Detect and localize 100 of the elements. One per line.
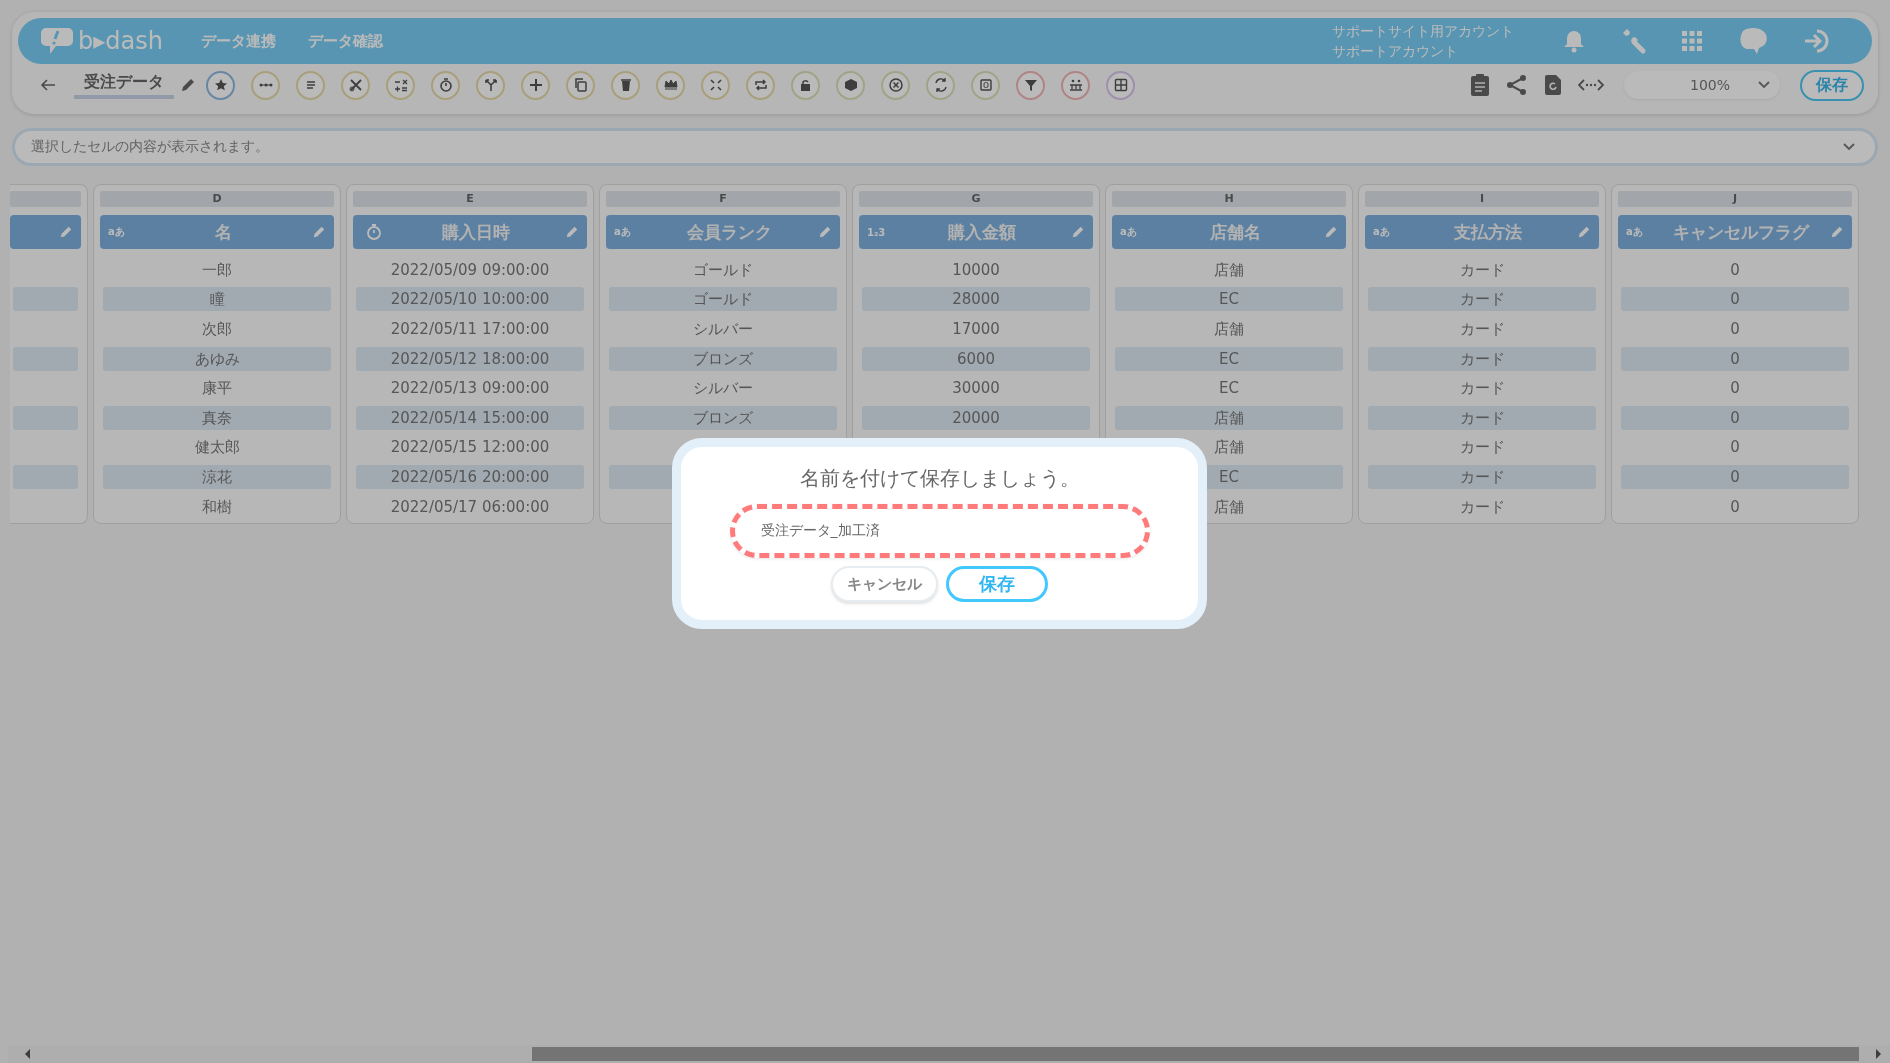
- cancel-icon[interactable]: [881, 70, 910, 100]
- code-icon[interactable]: [1577, 78, 1604, 92]
- table-cell-text: シルバー: [692, 378, 754, 400]
- column-header[interactable]: aあ 支払方法: [1365, 215, 1599, 249]
- scroll-right-icon[interactable]: [1874, 1049, 1882, 1059]
- table-cell: 0: [1621, 464, 1849, 489]
- table-cell: 2022/05/10 10:00:00: [356, 287, 584, 312]
- column-header[interactable]: aあ 店舗名: [1112, 215, 1346, 249]
- table-cell-text: 店舗: [1213, 319, 1245, 340]
- column-header[interactable]: aあ 会員ランク: [606, 215, 840, 249]
- table-cell-text: 健太郎: [193, 437, 241, 459]
- table-cell-text: 次郎: [201, 319, 233, 340]
- repeat-icon[interactable]: [746, 70, 775, 100]
- type-label: aあ: [1120, 225, 1138, 239]
- pencil-icon[interactable]: [1830, 225, 1844, 239]
- column-name: キャンセルフラグ: [1672, 220, 1811, 244]
- chevron-down-icon[interactable]: [1843, 143, 1855, 151]
- cancel-button[interactable]: キャンセル: [831, 566, 938, 602]
- column-header[interactable]: 購入日時: [353, 215, 587, 249]
- table-cell: カード: [1368, 405, 1596, 430]
- column-name: 名: [213, 220, 233, 244]
- table-cell: 0: [1621, 346, 1849, 371]
- table-cell-text: 0: [1729, 437, 1741, 459]
- save-button[interactable]: 保存: [946, 566, 1048, 602]
- table-cell-text: 10000: [951, 259, 1001, 281]
- type-label: 1₂3: [867, 226, 887, 238]
- table-cell-text: カード: [1458, 319, 1506, 340]
- table-cell: ブロンズ: [609, 346, 837, 371]
- table-cell-text: 店舗: [1213, 437, 1245, 459]
- table-cell: 2022/05/12 18:00:00: [356, 346, 584, 371]
- table-cell-text: カード: [1458, 378, 1506, 400]
- pencil-icon[interactable]: [1071, 225, 1085, 239]
- formula-bar[interactable]: 選択したセルの内容が表示されます。: [12, 128, 1878, 166]
- box-icon[interactable]: [836, 70, 865, 100]
- file-refresh-icon[interactable]: [1543, 74, 1562, 96]
- sheet-title-tab[interactable]: 受注データ: [74, 71, 174, 99]
- table-cell-text: 2022/05/15 12:00:00: [389, 437, 551, 459]
- pencil-icon[interactable]: [312, 225, 326, 239]
- table-cell: ゴールド: [609, 287, 837, 312]
- column-header[interactable]: 1₂3 購入金額: [859, 215, 1093, 249]
- tools-icon[interactable]: [341, 70, 370, 100]
- type-label: aあ: [1626, 225, 1644, 239]
- compress-icon[interactable]: [701, 70, 730, 100]
- table-cell-text: カード: [1458, 437, 1506, 459]
- column-header[interactable]: aあ 名: [100, 215, 334, 249]
- table-cell-text: 康平: [201, 378, 233, 400]
- column-name: 購入日時: [441, 220, 511, 244]
- back-arrow-icon[interactable]: [40, 78, 56, 92]
- table-cell: 0: [1621, 405, 1849, 430]
- table-cell: 20000: [862, 405, 1090, 430]
- copy-icon[interactable]: [566, 70, 595, 100]
- table-cell: 28000: [862, 287, 1090, 312]
- column-letter: G: [859, 191, 1093, 207]
- table-cell: EC: [1115, 287, 1343, 312]
- crown-icon[interactable]: [656, 70, 685, 100]
- table-cell: 6000: [862, 346, 1090, 371]
- scroll-left-icon[interactable]: [24, 1049, 32, 1059]
- group-icon[interactable]: [1061, 70, 1090, 100]
- table-cell-text: 2022/05/17 06:00:00: [389, 496, 551, 518]
- pencil-icon[interactable]: [180, 77, 196, 93]
- dots-icon[interactable]: [251, 70, 280, 100]
- grid-icon[interactable]: [1106, 70, 1135, 100]
- nav-link[interactable]: データ連携: [200, 31, 276, 51]
- table-cell: 0: [1621, 287, 1849, 312]
- table-cell-text: 17000: [951, 319, 1001, 340]
- column-letter: J: [1618, 191, 1852, 207]
- logo-text[interactable]: b▸dash: [78, 27, 163, 55]
- table-cell-text: 和樹: [201, 496, 233, 518]
- clipboard-icon[interactable]: [1469, 73, 1490, 97]
- table-cell: EC: [1115, 346, 1343, 371]
- table-cell-text: 2022/05/11 17:00:00: [389, 319, 551, 340]
- column-header[interactable]: aあ キャンセルフラグ: [1618, 215, 1852, 249]
- name-input-field[interactable]: 受注データ_加工済: [729, 504, 1150, 558]
- pencil-icon[interactable]: [1577, 225, 1591, 239]
- lines-icon[interactable]: [296, 70, 325, 100]
- table-cell: カード: [1368, 287, 1596, 312]
- nav-link[interactable]: データ確認: [307, 31, 383, 51]
- plus-icon[interactable]: [521, 70, 550, 100]
- math-icon[interactable]: [386, 70, 415, 100]
- lock-icon[interactable]: [791, 70, 820, 100]
- pencil-icon[interactable]: [1324, 225, 1338, 239]
- pencil-icon[interactable]: [565, 225, 579, 239]
- chevron-down-icon: [1758, 81, 1770, 89]
- stopwatch-icon[interactable]: [431, 70, 460, 100]
- column-name: 店舗名: [1208, 220, 1262, 244]
- pencil-icon[interactable]: [818, 225, 832, 239]
- table-cell: ブロンズ: [609, 405, 837, 430]
- table-cell: 瞳: [103, 287, 331, 312]
- trash-icon[interactable]: [611, 70, 640, 100]
- fork-icon[interactable]: [476, 70, 505, 100]
- share-icon[interactable]: [1505, 74, 1528, 96]
- table-cell: 涼花: [103, 464, 331, 489]
- column-letter: D: [100, 191, 334, 207]
- pencil-icon[interactable]: [59, 225, 73, 239]
- table-cell-text: 2022/05/13 09:00:00: [389, 378, 551, 400]
- zoom-dropdown[interactable]: 100%: [1623, 71, 1780, 99]
- swap-icon[interactable]: [926, 70, 955, 100]
- scrollbar-thumb[interactable]: [532, 1047, 1859, 1061]
- filter-icon[interactable]: [1016, 70, 1045, 100]
- save-button[interactable]: 保存: [1800, 69, 1864, 101]
